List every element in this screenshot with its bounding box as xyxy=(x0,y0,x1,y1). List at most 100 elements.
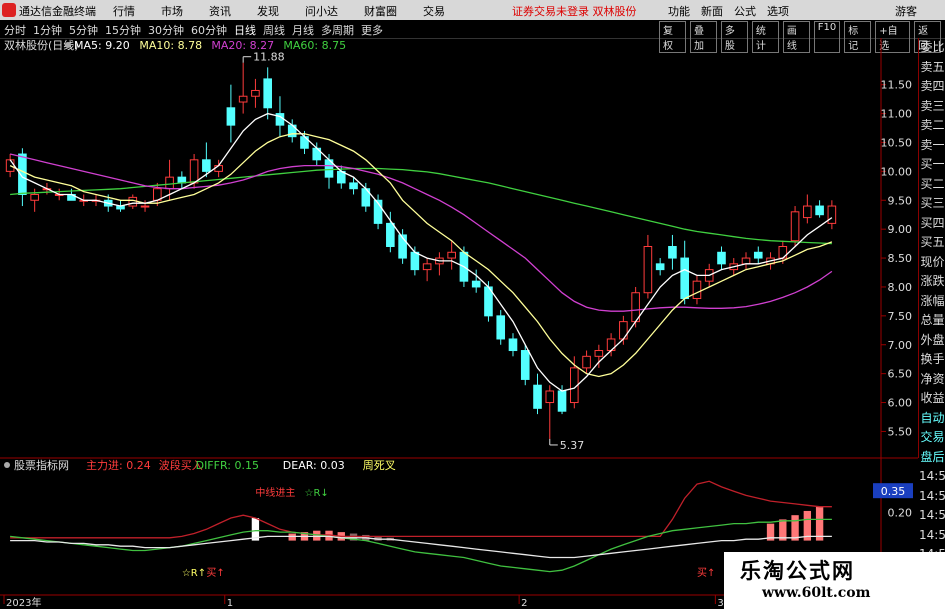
sidebar-item-1[interactable]: 卖五 xyxy=(919,58,945,78)
sidebar-item-24[interactable]: 14:58 xyxy=(919,506,945,526)
sidebar-item-15[interactable]: 外盘 xyxy=(919,331,945,351)
sidebar-item-18[interactable]: 收益 xyxy=(919,389,945,409)
indicator-bar xyxy=(815,506,824,541)
candle-body xyxy=(520,350,530,380)
indicator-bar xyxy=(791,515,799,541)
sidebar-item-19[interactable]: 自动 xyxy=(919,409,945,429)
candle-body xyxy=(496,315,506,340)
candle-body xyxy=(422,263,432,271)
price-annotation: 11.88 xyxy=(253,51,284,64)
x-tick-label: 1 xyxy=(227,598,233,609)
sidebar-item-20[interactable]: 交易 xyxy=(919,428,945,448)
menu-item-zixun[interactable]: 资讯 xyxy=(209,3,231,19)
menu-item-gongshi[interactable]: 公式 xyxy=(734,3,756,19)
candle-body xyxy=(471,280,481,288)
period-tab-1[interactable]: 1分钟 xyxy=(33,22,62,38)
watermark: 乐淘公式网 www.60lt.com xyxy=(724,552,945,609)
candle-body xyxy=(202,159,211,172)
period-tab-10[interactable]: 更多 xyxy=(361,22,383,38)
sidebar-item-21[interactable]: 盘后 xyxy=(919,448,945,468)
guest-button[interactable]: 游客 xyxy=(895,3,917,19)
y-tick-label: 11.00 xyxy=(881,108,913,121)
menu-item-jiaoyi[interactable]: 交易 xyxy=(423,3,445,19)
period-tab-5[interactable]: 60分钟 xyxy=(191,22,227,38)
candle-body xyxy=(827,205,837,224)
sidebar-item-10[interactable]: 买五 xyxy=(919,233,945,253)
indicator-annotation: ☆R↓ xyxy=(304,488,328,499)
candle-body xyxy=(803,205,812,219)
sidebar-item-2[interactable]: 卖四 xyxy=(919,77,945,97)
indicator-toggle-icon xyxy=(4,462,10,468)
x-tick-label: 2023年 xyxy=(6,596,41,609)
indicator-value-label: 0.35 xyxy=(881,485,906,498)
period-tab-6[interactable]: 日线 xyxy=(234,22,256,38)
candle-body xyxy=(226,107,236,126)
period-tab-4[interactable]: 30分钟 xyxy=(148,22,184,38)
period-tab-7[interactable]: 周线 xyxy=(263,22,285,38)
period-tab-8[interactable]: 月线 xyxy=(292,22,314,38)
menu-item-gongneng[interactable]: 功能 xyxy=(668,3,690,19)
menu-item-faxian[interactable]: 发现 xyxy=(257,3,279,19)
candle-body xyxy=(557,390,567,412)
sidebar-item-23[interactable]: 14:58 xyxy=(919,487,945,507)
candle-body xyxy=(741,257,751,265)
sidebar-item-9[interactable]: 买四 xyxy=(919,214,945,234)
menu-item-caifuquan[interactable]: 财富圈 xyxy=(364,3,397,19)
y-tick-label: 6.00 xyxy=(888,397,913,410)
indicator-bar xyxy=(288,533,296,541)
period-tab-2[interactable]: 5分钟 xyxy=(69,22,98,38)
indicator-annotation: ☆R↑ xyxy=(182,568,206,579)
y-tick-label: 9.50 xyxy=(888,194,913,207)
app-logo-icon xyxy=(2,3,16,17)
sidebar-item-14[interactable]: 总量 xyxy=(919,311,945,331)
sidebar-item-8[interactable]: 买三 xyxy=(919,194,945,214)
indicator-annotation: 买↑ xyxy=(697,567,715,579)
sidebar-item-7[interactable]: 买二 xyxy=(919,175,945,195)
app-title: 通达信金融终端 xyxy=(19,5,96,18)
menu-item-wenxiaoda[interactable]: 问小达 xyxy=(305,3,338,19)
y-tick-label: 7.00 xyxy=(888,339,913,352)
sidebar-item-5[interactable]: 卖一 xyxy=(919,136,945,156)
sidebar-item-12[interactable]: 涨跌 xyxy=(919,272,945,292)
period-tab-3[interactable]: 15分钟 xyxy=(105,22,141,38)
y-tick-label: 8.50 xyxy=(888,252,913,265)
main-menu: 行情 市场 资讯 发现 问小达 财富圈 交易 xyxy=(113,3,471,19)
y-tick-label: 10.00 xyxy=(881,165,913,178)
candle-body xyxy=(680,257,689,300)
candle-body xyxy=(692,280,702,300)
candle-body xyxy=(582,355,591,369)
sidebar-item-13[interactable]: 涨幅 xyxy=(919,292,945,312)
candle-body xyxy=(410,251,420,271)
candle-body xyxy=(545,390,555,404)
ma-label-MA10: MA10: 8.78 xyxy=(139,39,202,52)
candle-body xyxy=(214,165,223,172)
y-tick-label: 6.50 xyxy=(888,368,913,381)
menu-item-xinmian[interactable]: 新面 xyxy=(701,3,723,19)
x-tick-label: 2 xyxy=(521,598,527,609)
period-tab-9[interactable]: 多周期 xyxy=(321,22,354,38)
indicator-label-2: DIFFR: 0.15 xyxy=(196,459,259,472)
ma-label-MA60: MA60: 8.75 xyxy=(283,39,346,52)
sidebar-item-0[interactable]: 委比 xyxy=(919,38,945,58)
candle-body xyxy=(238,95,248,103)
candle-body xyxy=(30,193,39,201)
sidebar-item-4[interactable]: 卖二 xyxy=(919,116,945,136)
menu-item-shichang[interactable]: 市场 xyxy=(161,3,183,19)
period-tab-0[interactable]: 分时 xyxy=(4,22,26,38)
sidebar-item-25[interactable]: 14:58 xyxy=(919,526,945,546)
menu-item-xuanxiang[interactable]: 选项 xyxy=(767,3,789,19)
indicator-label-4: 周死叉 xyxy=(363,459,396,472)
sidebar-item-6[interactable]: 买一 xyxy=(919,155,945,175)
login-notice[interactable]: 证券交易未登录 双林股份 xyxy=(512,3,637,19)
ma-label-MA5: MA5: 9.20 xyxy=(74,39,130,52)
sidebar-item-11[interactable]: 现价 xyxy=(919,253,945,273)
sidebar-item-16[interactable]: 换手 xyxy=(919,350,945,370)
sidebar-item-17[interactable]: 净资 xyxy=(919,370,945,390)
y-tick-label: 8.00 xyxy=(888,281,913,294)
sidebar-item-22[interactable]: 14:58 xyxy=(919,467,945,487)
indicator-line-green xyxy=(10,518,832,573)
sidebar-item-3[interactable]: 卖三 xyxy=(919,97,945,117)
chart-area[interactable]: 双林股份(日线)MA5: 9.20 MA10: 8.78 MA20: 8.27 MA6… xyxy=(0,38,918,609)
y-tick-label: 10.50 xyxy=(881,136,913,149)
menu-item-hangqing[interactable]: 行情 xyxy=(113,3,135,19)
